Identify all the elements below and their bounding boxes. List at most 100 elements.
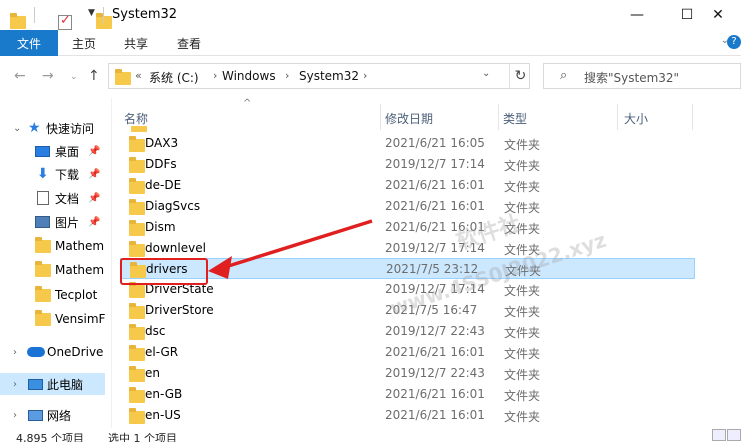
sidebar-item-pictures[interactable]: 图片 📌 bbox=[0, 211, 105, 233]
tab-home[interactable]: 主页 bbox=[72, 30, 96, 56]
up-button[interactable]: ↑ bbox=[88, 68, 100, 84]
table-row[interactable]: en 2019/12/7 22:43 文件夹 bbox=[120, 363, 697, 384]
table-row[interactable]: downlevel 2019/12/7 17:14 文件夹 bbox=[120, 238, 697, 259]
sidebar-item-quick-access[interactable]: ⌄ ★ 快速访问 bbox=[0, 117, 105, 139]
file-type: 文件夹 bbox=[504, 284, 541, 299]
chevron-right-icon[interactable]: › bbox=[13, 410, 17, 421]
sidebar-item-label: Tecplot bbox=[55, 288, 98, 302]
sidebar-item-label: Mathem bbox=[55, 239, 105, 253]
help-icon[interactable]: ? bbox=[727, 35, 741, 49]
sidebar-item-mathem-2[interactable]: Mathem bbox=[0, 259, 105, 281]
file-date: 2021/6/21 16:05 bbox=[385, 136, 485, 150]
search-input[interactable]: 搜索"System32" bbox=[584, 69, 679, 86]
details-view-button[interactable] bbox=[712, 429, 726, 441]
file-name[interactable]: DAX3 bbox=[145, 136, 178, 150]
chevron-right-icon[interactable]: › bbox=[13, 347, 17, 358]
forward-button[interactable]: → bbox=[42, 68, 54, 84]
document-icon bbox=[37, 191, 49, 205]
recent-locations-icon[interactable]: ⌄ bbox=[70, 72, 78, 82]
sidebar-item-tecplot[interactable]: Tecplot bbox=[0, 284, 105, 306]
folder-icon bbox=[129, 324, 145, 341]
folder-icon bbox=[129, 345, 145, 361]
breadcrumb-drive[interactable]: 系统 (C:) bbox=[149, 69, 199, 86]
file-name[interactable]: dsc bbox=[145, 324, 165, 338]
address-dropdown-icon[interactable]: ⌄ bbox=[482, 68, 490, 79]
file-name[interactable]: DDFs bbox=[145, 157, 177, 171]
sidebar-item-desktop[interactable]: 桌面 📌 bbox=[0, 140, 105, 162]
table-row[interactable]: en-GB 2021/6/21 16:01 文件夹 bbox=[120, 384, 697, 405]
sidebar-item-downloads[interactable]: ⬇ 下载 📌 bbox=[0, 163, 105, 185]
table-row[interactable]: de-DE 2021/6/21 16:01 文件夹 bbox=[120, 175, 697, 196]
minimize-button[interactable]: — bbox=[614, 0, 660, 30]
chevron-right-icon[interactable]: › bbox=[285, 69, 289, 82]
overflow-chevron[interactable]: « bbox=[135, 69, 142, 82]
file-name[interactable]: en-GB bbox=[145, 387, 182, 401]
properties-icon[interactable] bbox=[58, 13, 72, 30]
status-bar: 4,895 个项目 选中 1 个项目 bbox=[0, 428, 741, 442]
file-name[interactable]: DiagSvcs bbox=[145, 199, 200, 213]
sort-ascending-icon: ^ bbox=[243, 98, 252, 109]
table-row[interactable]: el-GR 2021/6/21 16:01 文件夹 bbox=[120, 342, 697, 363]
sidebar-item-vensim[interactable]: VensimF bbox=[0, 308, 105, 330]
computer-icon bbox=[28, 378, 43, 390]
folder-icon bbox=[35, 309, 51, 326]
table-row[interactable]: DiagSvcs 2021/6/21 16:01 文件夹 bbox=[120, 196, 697, 217]
file-date: 2021/6/21 16:01 bbox=[385, 345, 485, 359]
table-row[interactable]: DAX3 2021/6/21 16:05 文件夹 bbox=[120, 133, 697, 154]
folder-icon bbox=[129, 386, 145, 403]
partially-hidden-row bbox=[122, 126, 702, 132]
file-name[interactable]: el-GR bbox=[145, 345, 178, 359]
close-button[interactable]: ✕ bbox=[695, 0, 741, 30]
sidebar-item-network[interactable]: › 网络 bbox=[0, 404, 105, 426]
folder-icon bbox=[129, 303, 145, 320]
file-name[interactable]: en-US bbox=[145, 408, 181, 422]
navigation-pane: ⌄ ★ 快速访问 桌面 📌 ⬇ 下载 📌 文档 📌 图片 📌 Mathem Ma… bbox=[0, 98, 105, 442]
chevron-right-icon[interactable]: › bbox=[13, 379, 17, 390]
divider bbox=[103, 7, 104, 23]
sidebar-item-documents[interactable]: 文档 📌 bbox=[0, 187, 105, 209]
folder-icon bbox=[35, 285, 51, 302]
file-date: 2021/6/21 16:01 bbox=[385, 386, 485, 401]
sidebar-item-label: 下载 bbox=[55, 167, 80, 182]
file-type: 文件夹 bbox=[504, 305, 541, 320]
file-type: 文件夹 bbox=[504, 179, 541, 194]
breadcrumb-system32[interactable]: System32 bbox=[299, 69, 359, 83]
tab-share[interactable]: 共享 bbox=[124, 30, 148, 56]
sidebar-item-this-pc[interactable]: › 此电脑 bbox=[0, 373, 105, 395]
folder-icon bbox=[129, 219, 145, 236]
file-type: 文件夹 bbox=[504, 347, 541, 361]
sidebar-item-onedrive[interactable]: › OneDrive bbox=[0, 341, 105, 363]
folder-icon bbox=[131, 126, 147, 132]
refresh-button[interactable]: ↻ bbox=[509, 64, 531, 88]
address-bar[interactable]: « 系统 (C:) › Windows › System32 › ⌄ ↻ bbox=[108, 63, 530, 89]
file-name[interactable]: de-DE bbox=[145, 178, 181, 192]
sidebar-item-mathem-1[interactable]: Mathem bbox=[0, 235, 105, 257]
file-name[interactable]: DriverStore bbox=[145, 303, 214, 317]
new-folder-icon[interactable] bbox=[96, 12, 112, 29]
sidebar-item-label: VensimF bbox=[55, 312, 105, 326]
table-row[interactable]: Dism 2021/6/21 16:01 文件夹 bbox=[120, 217, 697, 238]
back-button[interactable]: ← bbox=[14, 68, 26, 84]
table-row[interactable]: dsc 2019/12/7 22:43 文件夹 bbox=[120, 321, 697, 342]
table-row[interactable]: DDFs 2019/12/7 17:14 文件夹 bbox=[120, 154, 697, 175]
window-title: System32 bbox=[112, 7, 178, 22]
file-name[interactable]: Dism bbox=[145, 220, 176, 234]
search-box[interactable]: ⌕ 搜索"System32" bbox=[543, 63, 741, 89]
sidebar-item-label: 网络 bbox=[47, 408, 72, 423]
item-count: 4,895 个项目 bbox=[16, 432, 84, 442]
large-icons-view-button[interactable] bbox=[727, 429, 741, 441]
breadcrumb-windows[interactable]: Windows bbox=[222, 69, 276, 83]
file-type: 文件夹 bbox=[504, 367, 541, 382]
table-row[interactable]: en-US 2021/6/21 16:01 文件夹 bbox=[120, 405, 697, 426]
tab-file[interactable]: 文件 bbox=[0, 30, 58, 56]
network-icon bbox=[28, 409, 43, 421]
cloud-icon bbox=[27, 347, 45, 357]
tab-view[interactable]: 查看 bbox=[177, 30, 201, 56]
chevron-right-icon[interactable]: › bbox=[363, 69, 367, 82]
chevron-right-icon[interactable]: › bbox=[213, 69, 217, 82]
quick-access-dropdown-icon[interactable]: ▼ bbox=[88, 8, 95, 18]
file-name[interactable]: downlevel bbox=[145, 241, 206, 255]
file-name[interactable]: en bbox=[145, 366, 160, 380]
folder-icon bbox=[129, 136, 145, 152]
chevron-down-icon[interactable]: ⌄ bbox=[13, 123, 21, 134]
